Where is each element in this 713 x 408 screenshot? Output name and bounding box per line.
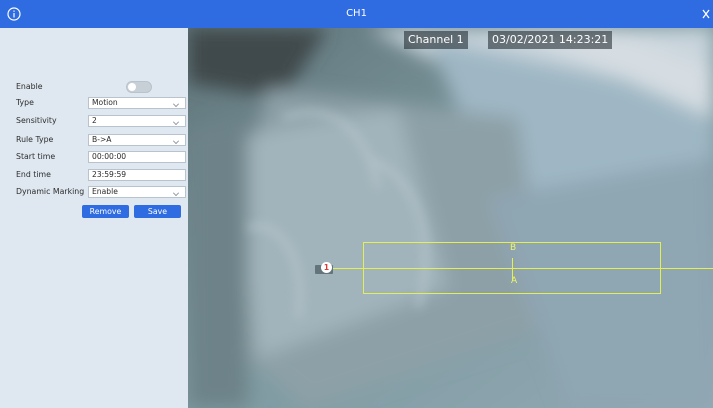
rule-type-row: Rule Type B->A [6,132,186,148]
dynamic-marking-value: Enable [92,187,118,196]
start-time-label: Start time [16,152,56,161]
tripwire-line[interactable] [332,268,713,269]
type-select[interactable]: Motion [88,97,186,109]
settings-panel: Enable Type Motion Sensitivity 2 Rule Ty… [0,28,188,408]
channel-osd: Channel 1 [404,31,468,49]
window-title: CH1 [346,8,367,19]
start-time-input[interactable]: 00:00:00 [88,151,186,163]
rule-number-badge[interactable]: 1 [321,262,332,273]
start-time-value: 00:00:00 [92,152,127,161]
end-time-row: End time 23:59:59 [6,167,186,183]
type-value: Motion [92,98,118,107]
dynamic-marking-select[interactable]: Enable [88,186,186,198]
end-time-value: 23:59:59 [92,170,127,179]
camera-view[interactable]: Channel 1 03/02/2021 14:23:21 B A 1 [188,28,713,408]
rule-type-value: B->A [92,135,112,144]
enable-toggle[interactable] [126,81,152,93]
close-icon[interactable] [701,8,711,20]
sensitivity-value: 2 [92,116,97,125]
side-b-label: B [510,243,517,253]
end-time-input[interactable]: 23:59:59 [88,169,186,181]
dynamic-marking-row: Dynamic Marking Enable [6,184,186,200]
sensitivity-label: Sensitivity [16,116,57,125]
enable-row: Enable [6,79,186,95]
rule-type-select[interactable]: B->A [88,134,186,146]
sensitivity-select[interactable]: 2 [88,115,186,127]
type-row: Type Motion [6,95,186,111]
side-a-label: A [511,276,518,286]
datetime-osd: 03/02/2021 14:23:21 [488,31,613,49]
end-time-label: End time [16,170,51,179]
sensitivity-row: Sensitivity 2 [6,113,186,129]
rule-type-label: Rule Type [16,135,54,144]
camera-image [188,28,713,408]
title-bar: CH1 [0,0,713,28]
remove-button[interactable]: Remove [82,205,129,218]
toggle-knob [128,83,136,91]
type-label: Type [16,98,34,107]
start-time-row: Start time 00:00:00 [6,149,186,165]
dynamic-marking-label: Dynamic Marking [16,187,85,196]
save-button[interactable]: Save [134,205,181,218]
enable-label: Enable [16,82,43,91]
